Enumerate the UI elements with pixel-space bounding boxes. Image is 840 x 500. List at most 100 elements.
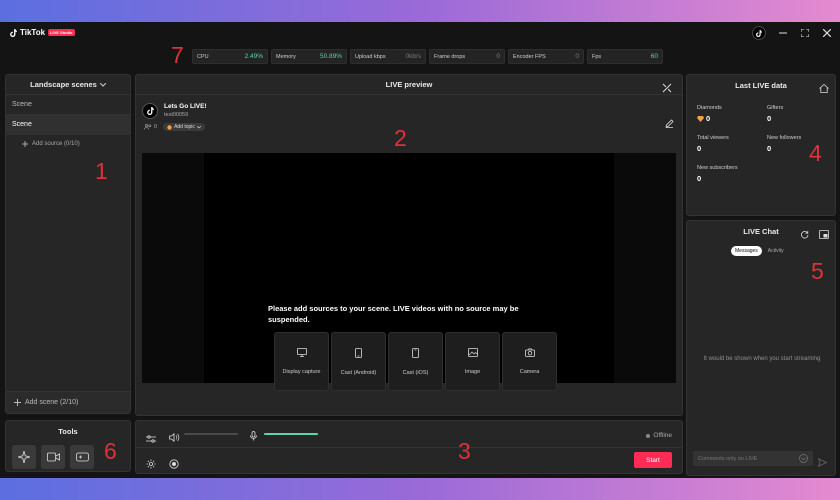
add-source-label: Add source (0/10) bbox=[32, 141, 80, 147]
speaker-volume-slider[interactable] bbox=[184, 433, 238, 435]
tiktok-icon bbox=[10, 28, 17, 37]
sliders-icon bbox=[146, 435, 156, 443]
display-capture-button[interactable]: Display capture bbox=[274, 332, 329, 391]
last-live-title: Last LIVE data bbox=[735, 80, 787, 90]
preview-title: LIVE preview bbox=[385, 80, 433, 89]
camera-source-button[interactable]: Camera bbox=[502, 332, 557, 391]
stat-upload: Upload kbps 0kb/s bbox=[350, 49, 426, 64]
mic-volume-slider[interactable] bbox=[264, 433, 318, 435]
scene-item[interactable]: Scene bbox=[6, 95, 130, 115]
preview-header: LIVE preview bbox=[136, 75, 682, 95]
mic-mute-button[interactable] bbox=[250, 428, 257, 446]
metric-gifters: Gifters 0 bbox=[767, 105, 783, 123]
metric-diamonds: Diamonds 0 bbox=[697, 105, 722, 123]
tools-title: Tools bbox=[58, 427, 78, 436]
chat-title: LIVE Chat bbox=[743, 226, 779, 236]
logo-text: TikTok bbox=[20, 28, 46, 37]
chat-input-placeholder: Comments only on LIVE bbox=[698, 455, 758, 462]
record-icon bbox=[169, 459, 179, 469]
chat-popout-button[interactable] bbox=[819, 226, 829, 244]
gamepad-icon bbox=[75, 452, 89, 462]
home-icon bbox=[819, 83, 829, 93]
camera-source-label: Camera bbox=[519, 369, 540, 375]
logo-badge: LIVE Studio bbox=[48, 29, 75, 36]
scenes-header[interactable]: Landscape scenes bbox=[6, 75, 130, 95]
plus-icon bbox=[22, 141, 28, 147]
mic-volume-fill bbox=[264, 433, 318, 435]
metric-new-followers: New followers 0 bbox=[767, 135, 801, 153]
metric-label: Gifters bbox=[767, 105, 784, 111]
status-dot bbox=[646, 433, 651, 438]
image-icon bbox=[467, 348, 478, 357]
scene-item-active[interactable]: Scene bbox=[6, 115, 130, 135]
marker-4: 4 bbox=[809, 140, 822, 166]
metric-new-subscribers: New subscribers 0 bbox=[697, 165, 738, 183]
preview-settings-button[interactable] bbox=[662, 80, 672, 98]
stream-settings-button[interactable] bbox=[146, 456, 156, 474]
minimize-icon bbox=[779, 32, 787, 34]
gear-icon bbox=[146, 459, 156, 469]
edit-live-button[interactable] bbox=[665, 115, 674, 133]
video-tool-button[interactable] bbox=[41, 445, 65, 469]
add-scene-label: Add scene (2/10) bbox=[25, 399, 79, 406]
stream-status: Offline bbox=[646, 432, 672, 439]
display-capture-label: Display capture bbox=[282, 369, 321, 375]
chat-tabs: Messages Activity bbox=[731, 246, 788, 256]
source-options: Display capture Cast (Android) Cast (iOS… bbox=[274, 332, 557, 391]
metric-value: 0 bbox=[767, 114, 772, 123]
chevron-down-icon bbox=[196, 125, 201, 128]
metric-value: 0 bbox=[697, 174, 702, 183]
camera-icon bbox=[524, 348, 535, 357]
marker-1: 1 bbox=[95, 158, 108, 184]
no-source-message: Please add sources to your scene. LIVE v… bbox=[268, 304, 519, 324]
chat-input[interactable]: Comments only on LIVE bbox=[693, 451, 813, 466]
people-icon bbox=[144, 124, 152, 130]
metric-value: 0 bbox=[697, 144, 702, 153]
cast-ios-button[interactable]: Cast (iOS) bbox=[388, 332, 443, 391]
add-source-button[interactable]: Add source (0/10) bbox=[6, 135, 130, 153]
viewer-count: 0 bbox=[144, 124, 157, 130]
live-info: Lets Go LIVE! test00059 bbox=[142, 103, 207, 119]
chevron-down-icon[interactable] bbox=[799, 454, 808, 463]
refresh-icon bbox=[801, 230, 809, 239]
live-username: test00059 bbox=[164, 112, 189, 118]
stat-encoder-fps: Encoder FPS 0 bbox=[508, 49, 584, 64]
home-button[interactable] bbox=[819, 80, 829, 98]
stat-memory: Memory 50.89% bbox=[271, 49, 347, 64]
close-button[interactable] bbox=[820, 26, 834, 40]
start-live-button[interactable]: Start bbox=[634, 452, 672, 468]
app-window: TikTok LIVE Studio CPU 2.49% Memory 50.89%… bbox=[0, 22, 840, 478]
account-avatar[interactable] bbox=[752, 26, 766, 40]
tab-activity[interactable]: Activity bbox=[764, 246, 788, 256]
add-topic-button[interactable]: Add topic bbox=[163, 123, 205, 131]
minimize-button[interactable] bbox=[776, 26, 790, 40]
marker-7: 7 bbox=[171, 42, 184, 68]
cast-ios-label: Cast (iOS) bbox=[402, 369, 429, 376]
add-topic-label: Add topic bbox=[174, 124, 195, 130]
image-source-button[interactable]: Image bbox=[445, 332, 500, 391]
speaker-mute-button[interactable] bbox=[169, 429, 180, 447]
maximize-button[interactable] bbox=[798, 26, 812, 40]
stream-controls-panel: Offline Start bbox=[135, 420, 683, 474]
send-button[interactable] bbox=[817, 454, 828, 472]
live-avatar[interactable] bbox=[142, 103, 158, 119]
chat-actions bbox=[800, 226, 829, 244]
expand-icon bbox=[801, 29, 809, 37]
record-button[interactable] bbox=[169, 456, 179, 474]
sparkle-icon bbox=[18, 451, 30, 463]
game-tool-button[interactable] bbox=[70, 445, 94, 469]
preview-stage[interactable]: Please add sources to your scene. LIVE v… bbox=[142, 153, 676, 391]
add-scene-button[interactable]: Add scene (2/10) bbox=[6, 391, 130, 413]
last-live-header: Last LIVE data bbox=[687, 75, 835, 95]
tab-messages[interactable]: Messages bbox=[731, 246, 762, 256]
pencil-icon bbox=[665, 119, 674, 128]
stat-fps: Fps 60 bbox=[587, 49, 663, 64]
tiktok-icon bbox=[756, 29, 762, 37]
audio-settings-button[interactable] bbox=[146, 430, 156, 448]
cast-android-button[interactable]: Cast (Android) bbox=[331, 332, 386, 391]
metric-label: New subscribers bbox=[697, 165, 738, 171]
app-logo: TikTok LIVE Studio bbox=[10, 28, 75, 37]
effects-tool-button[interactable] bbox=[12, 445, 36, 469]
chat-refresh-button[interactable] bbox=[800, 226, 809, 244]
speaker-icon bbox=[169, 432, 180, 443]
